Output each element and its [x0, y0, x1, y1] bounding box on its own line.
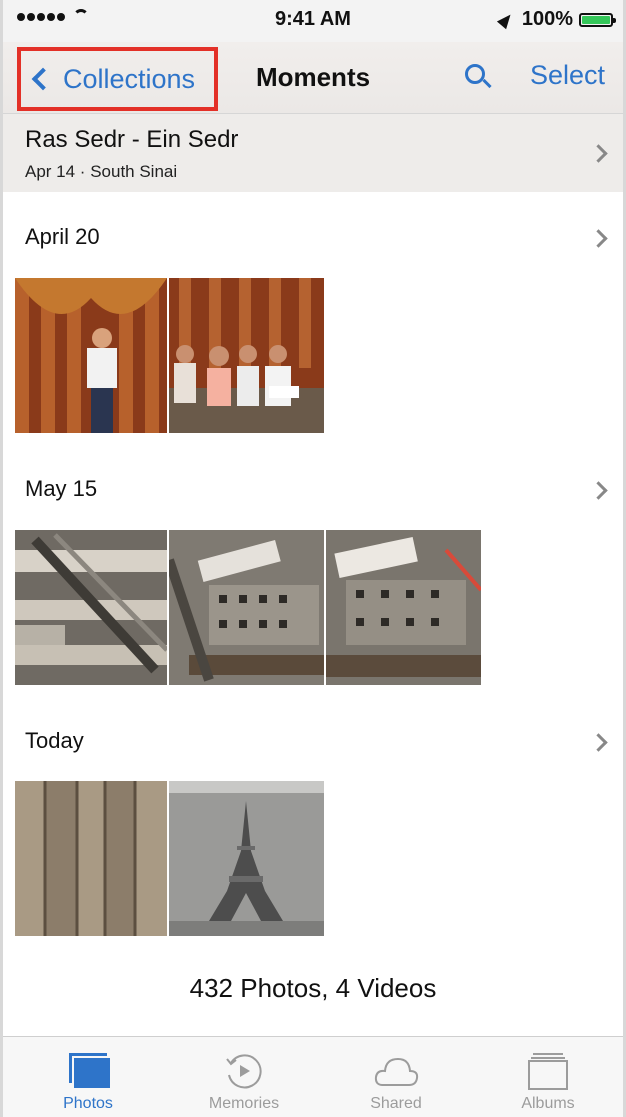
collection-subtitle: Apr 14 · South Sinai: [25, 162, 178, 181]
library-count: 432 Photos, 4 Videos: [189, 973, 437, 1003]
chevron-left-icon: [31, 67, 55, 91]
photos-icon: [69, 1053, 111, 1090]
photo-thumbnail[interactable]: [169, 530, 324, 685]
photo-thumbnail[interactable]: [169, 781, 324, 936]
section-label: May 15: [25, 476, 98, 501]
section-april-20[interactable]: April 20: [3, 210, 623, 266]
memories-icon: [226, 1054, 262, 1089]
section-label: Today: [25, 728, 84, 753]
back-label: Collections: [63, 63, 196, 94]
navigation-bar: Collections Moments Select: [3, 42, 623, 114]
search-button[interactable]: [463, 62, 493, 92]
tab-label: Photos: [63, 1095, 113, 1112]
status-bar: 9:41 AM 100%: [3, 0, 623, 42]
collection-ras-sedr[interactable]: Ras Sedr - Ein Sedr Apr 14 · South Sinai: [3, 114, 623, 192]
chevron-right-icon: [589, 144, 608, 163]
tab-label: Albums: [521, 1095, 575, 1112]
tab-albums[interactable]: Albums: [473, 1037, 623, 1117]
photo-thumbnail[interactable]: [15, 278, 167, 433]
section-label: April 20: [25, 224, 100, 249]
tab-photos[interactable]: Photos: [13, 1037, 163, 1117]
tab-shared[interactable]: Shared: [321, 1037, 471, 1117]
tab-label: Shared: [370, 1095, 422, 1112]
albums-icon: [528, 1053, 568, 1090]
status-right: 100%: [496, 8, 616, 31]
location-icon: [496, 10, 515, 29]
photo-thumbnail[interactable]: [15, 781, 167, 936]
battery-percent: 100%: [521, 8, 573, 30]
photo-thumbnail[interactable]: [15, 530, 167, 685]
chevron-right-icon: [589, 229, 608, 248]
tab-bar: Photos Memories Shared Albums: [3, 1036, 623, 1117]
chevron-right-icon: [589, 481, 608, 500]
select-button[interactable]: Select: [530, 60, 605, 91]
collections-back-button[interactable]: Collections: [17, 47, 218, 111]
tab-label: Memories: [208, 1095, 280, 1112]
battery-icon: [579, 12, 616, 27]
photo-thumbnail[interactable]: [326, 530, 481, 685]
photo-thumbnail[interactable]: [169, 278, 324, 433]
cloud-icon: [374, 1057, 419, 1086]
photos-app-screen: 9:41 AM 100% Collections Moments Select …: [0, 0, 626, 1117]
tab-memories[interactable]: Memories: [169, 1037, 319, 1117]
chevron-right-icon: [589, 733, 608, 752]
section-may-15[interactable]: May 15: [3, 462, 623, 518]
section-today[interactable]: Today: [3, 714, 623, 770]
collection-title: Ras Sedr - Ein Sedr: [25, 126, 239, 153]
